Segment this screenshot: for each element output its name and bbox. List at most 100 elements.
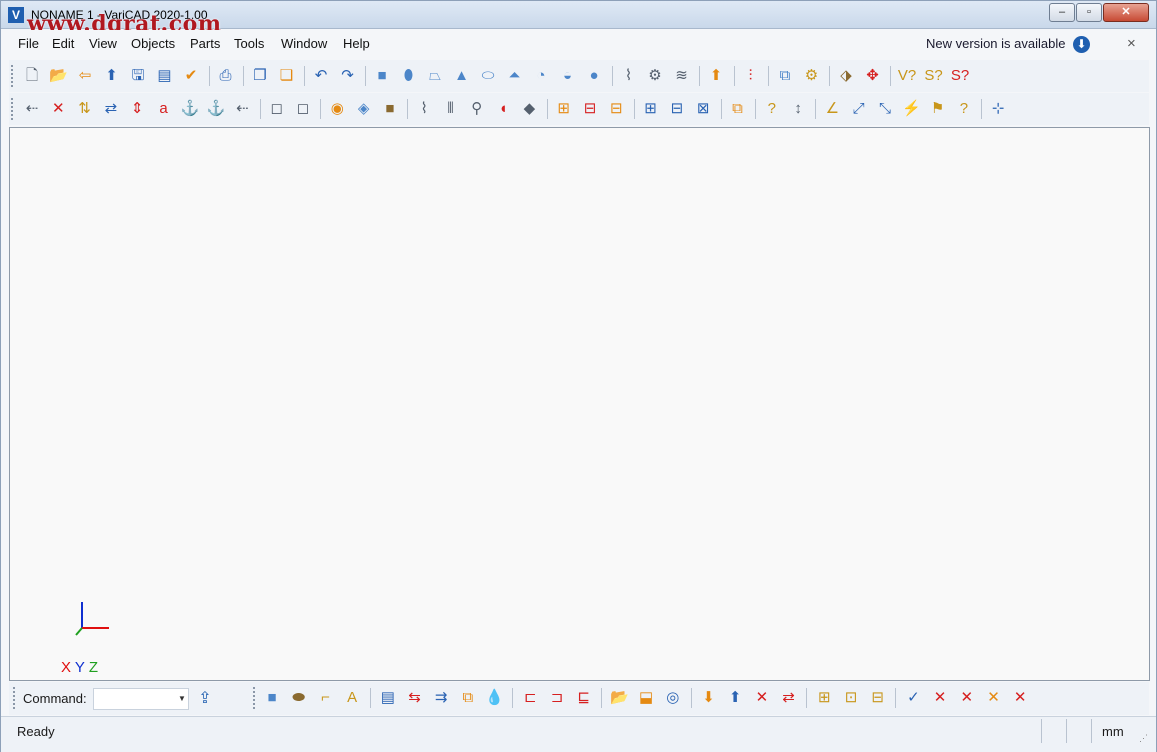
bom-icon[interactable]: ▤ <box>377 687 399 709</box>
position-query-icon[interactable]: ⤢ <box>848 98 870 120</box>
print-icon[interactable]: ⎙ <box>215 65 237 87</box>
menu-parts[interactable]: Parts <box>190 36 220 51</box>
pipe-solid-icon[interactable]: ⬭ <box>477 65 499 87</box>
tree-icon[interactable]: ⊏ <box>519 687 541 709</box>
new-version-link[interactable]: New version is available <box>926 36 1065 51</box>
drawing-area[interactable] <box>9 127 1150 681</box>
units-indicator[interactable]: mm <box>1102 724 1124 739</box>
difference-icon[interactable]: ⊟ <box>666 98 688 120</box>
move-icon[interactable]: ⇅ <box>74 98 96 120</box>
chamfer-icon[interactable]: ◆ <box>518 98 540 120</box>
menu-view[interactable]: View <box>89 36 117 51</box>
cylinder-solid-icon[interactable]: ⬮ <box>398 65 420 87</box>
sweep-icon[interactable]: ⌐ <box>314 687 336 709</box>
bom-report-icon[interactable]: ⧉ <box>457 687 479 709</box>
wireframe-box-icon[interactable]: ◻ <box>266 98 288 120</box>
remove-constraint-icon[interactable]: ✕ <box>1009 687 1031 709</box>
union-icon[interactable]: ⊞ <box>640 98 662 120</box>
face-query-icon[interactable]: ⚑ <box>927 98 949 120</box>
bool-icon[interactable]: ⫶ <box>740 65 762 87</box>
pin-icon[interactable]: ⚲ <box>466 98 488 120</box>
open-recent-icon[interactable]: ⇦ <box>74 65 96 87</box>
mirror-icon[interactable]: ⇕ <box>126 98 148 120</box>
cancel-pending-icon[interactable]: ✕ <box>983 687 1005 709</box>
menu-window[interactable]: Window <box>281 36 327 51</box>
screw-icon[interactable]: ⌇ <box>413 98 435 120</box>
download-icon[interactable]: ⬇ <box>1073 36 1090 53</box>
group-up-icon[interactable]: ⊡ <box>840 687 862 709</box>
toolbar-grip[interactable] <box>11 98 14 120</box>
fillet-icon[interactable]: ◖ <box>492 98 514 120</box>
toolbar-grip[interactable] <box>11 65 14 87</box>
menu-help[interactable]: Help <box>343 36 370 51</box>
toolbar-grip[interactable] <box>253 687 256 709</box>
render-icon[interactable]: ■ <box>379 98 401 120</box>
elbow-solid-icon[interactable]: ◔ <box>530 65 552 87</box>
replace-part-icon[interactable]: ⇄ <box>778 687 800 709</box>
helix-icon[interactable]: ≋ <box>671 65 693 87</box>
paste-icon[interactable]: ❏ <box>276 65 298 87</box>
section-icon[interactable]: ⧉ <box>774 65 796 87</box>
set-subtract-icon[interactable]: ⊟ <box>605 98 627 120</box>
spring-icon[interactable]: ⚙ <box>644 65 666 87</box>
distance-query-icon[interactable]: ↕ <box>787 98 809 120</box>
save-icon[interactable]: 🖫 <box>127 65 149 87</box>
assembly-icon[interactable]: ⬗ <box>835 65 857 87</box>
extrude-icon[interactable]: ⬆ <box>705 65 727 87</box>
open-file-icon[interactable]: 📂 <box>48 65 70 87</box>
load-part-icon[interactable]: ⬇ <box>698 687 720 709</box>
outline-box-icon[interactable]: ◻ <box>292 98 314 120</box>
new-file-icon[interactable]: 🗋 <box>21 65 43 87</box>
copy-icon[interactable]: ❐ <box>249 65 271 87</box>
solid-box-icon[interactable]: ■ <box>261 687 283 709</box>
cancel-all-icon[interactable]: ✕ <box>956 687 978 709</box>
sphere-solid-icon[interactable]: ● <box>583 65 605 87</box>
maximize-button[interactable]: ▫ <box>1076 3 1102 22</box>
coordinate-system-icon[interactable]: ⊹ <box>987 98 1009 120</box>
save-all-icon[interactable]: ▤ <box>154 65 176 87</box>
cancel-constraint-icon[interactable]: ✕ <box>929 687 951 709</box>
angle-query-icon[interactable]: ∠ <box>821 98 843 120</box>
bom-edit-icon[interactable]: ⇆ <box>404 687 426 709</box>
close-button[interactable]: ✕ <box>1103 3 1149 22</box>
volume-query-icon[interactable]: V? <box>896 65 918 87</box>
export-part-icon[interactable]: ⬆ <box>724 687 746 709</box>
edge-query-icon[interactable]: ⚡ <box>900 98 922 120</box>
intersection-icon[interactable]: ⊠ <box>692 98 714 120</box>
explode-icon[interactable]: ✥ <box>862 65 884 87</box>
toolbar-grip[interactable] <box>13 687 16 709</box>
chevron-down-icon[interactable]: ▼ <box>175 689 189 709</box>
tree-collapse-icon[interactable]: ⊑ <box>573 687 595 709</box>
torus-solid-icon[interactable]: ◒ <box>557 65 579 87</box>
bom-export-icon[interactable]: ⇉ <box>430 687 452 709</box>
attributes-icon[interactable]: a <box>153 98 175 120</box>
clone-set-icon[interactable]: ⧉ <box>727 98 749 120</box>
prism-solid-icon[interactable]: ⏢ <box>424 65 446 87</box>
send-command-icon[interactable]: ⇪ <box>195 689 215 709</box>
tree-expand-icon[interactable]: ⊐ <box>546 687 568 709</box>
check-constraint-icon[interactable]: ✓ <box>902 687 924 709</box>
box-solid-icon[interactable]: ■ <box>371 65 393 87</box>
menu-objects[interactable]: Objects <box>131 36 175 51</box>
pipe-bend-icon[interactable]: ⬬ <box>288 687 310 709</box>
menu-file[interactable]: File <box>18 36 39 51</box>
redo-icon[interactable]: ↷ <box>337 65 359 87</box>
minimize-button[interactable]: – <box>1049 3 1075 22</box>
select-icon[interactable]: ⇠ <box>21 98 43 120</box>
layer-icon[interactable]: ⬓ <box>635 687 657 709</box>
menu-close-icon[interactable]: × <box>1127 35 1136 52</box>
group-add-icon[interactable]: ⊞ <box>813 687 835 709</box>
measure-icon[interactable]: ⤡ <box>874 98 896 120</box>
truncated-cone-icon[interactable]: ⏶ <box>504 65 526 87</box>
rotate-view-icon[interactable]: ◎ <box>662 687 684 709</box>
group-down-icon[interactable]: ⊟ <box>867 687 889 709</box>
shading-icon[interactable]: ◈ <box>353 98 375 120</box>
view-options-icon[interactable]: ⚙ <box>801 65 823 87</box>
bolt-icon[interactable]: ⫴ <box>440 98 462 120</box>
move-copy-icon[interactable]: ⇄ <box>100 98 122 120</box>
surface-query-icon[interactable]: S? <box>923 65 945 87</box>
select-all-icon[interactable]: ⇠ <box>231 98 253 120</box>
remove-from-set-icon[interactable]: ⊟ <box>579 98 601 120</box>
add-to-set-icon[interactable]: ⊞ <box>553 98 575 120</box>
water-drop-icon[interactable]: 💧 <box>484 687 506 709</box>
